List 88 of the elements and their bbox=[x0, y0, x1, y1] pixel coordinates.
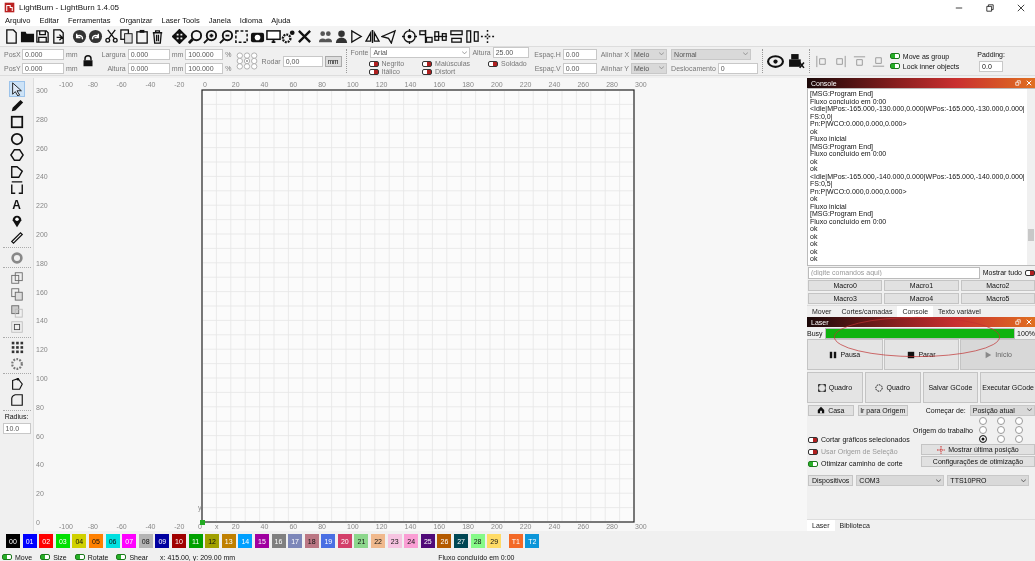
dotted-crosshair-icon[interactable] bbox=[480, 28, 496, 44]
circular-array-icon[interactable] bbox=[9, 356, 24, 371]
select-arrow-icon[interactable] bbox=[9, 82, 24, 96]
restore-icon[interactable] bbox=[986, 3, 994, 12]
save-icon[interactable] bbox=[35, 28, 51, 44]
person-icon[interactable] bbox=[333, 28, 349, 44]
lock-icon[interactable] bbox=[81, 54, 94, 68]
origin-radio[interactable] bbox=[1015, 426, 1023, 434]
redo-icon[interactable] bbox=[87, 28, 103, 44]
toggle-switch[interactable] bbox=[488, 60, 499, 67]
dashed-frame-icon[interactable] bbox=[234, 28, 250, 44]
toggle-switch[interactable] bbox=[422, 60, 433, 67]
subtract-icon[interactable] bbox=[9, 287, 24, 301]
dashed-circle-icon bbox=[875, 383, 884, 392]
caret-icon bbox=[659, 66, 664, 70]
toggle-switch[interactable] bbox=[368, 68, 379, 75]
node-edit-icon[interactable] bbox=[9, 376, 24, 391]
origin-marker bbox=[200, 520, 205, 525]
flip-icon[interactable] bbox=[349, 28, 365, 44]
caret-icon bbox=[743, 52, 749, 56]
rounded-corner-icon[interactable] bbox=[9, 393, 24, 407]
toggle-switch[interactable] bbox=[368, 60, 379, 67]
origin-radio[interactable] bbox=[979, 417, 987, 425]
hexagon-icon[interactable] bbox=[9, 148, 24, 162]
paste-icon[interactable] bbox=[134, 28, 150, 44]
caret-icon bbox=[1027, 408, 1032, 412]
window-title: LightBurn - LightBurn 1.4.05 bbox=[19, 3, 120, 12]
mirror-icon[interactable] bbox=[365, 28, 381, 44]
printer-icon[interactable] bbox=[787, 52, 805, 70]
union-icon[interactable] bbox=[9, 270, 24, 285]
grid-array-icon[interactable] bbox=[9, 340, 24, 354]
toggle-switch[interactable] bbox=[1025, 269, 1035, 276]
frame-icon bbox=[817, 383, 826, 392]
stop-icon bbox=[907, 350, 916, 359]
pause-icon bbox=[829, 350, 838, 359]
pencil-icon[interactable] bbox=[9, 98, 24, 113]
send-icon[interactable] bbox=[380, 28, 396, 44]
intersect-icon[interactable] bbox=[9, 303, 24, 318]
align-center-icon[interactable] bbox=[417, 28, 433, 44]
toggle-switch[interactable] bbox=[808, 460, 818, 467]
distribute-rows-icon[interactable] bbox=[449, 28, 465, 44]
frame-icon[interactable] bbox=[9, 181, 24, 195]
distribute-columns-icon[interactable] bbox=[464, 28, 480, 44]
scissors-icon[interactable] bbox=[103, 28, 119, 44]
toggle-switch[interactable] bbox=[40, 554, 51, 560]
align-middle-icon[interactable] bbox=[433, 28, 449, 44]
zoom-out-icon[interactable] bbox=[218, 28, 234, 44]
caret-icon bbox=[659, 52, 665, 56]
toggle-switch[interactable] bbox=[422, 68, 433, 75]
origin-radio[interactable] bbox=[997, 417, 1005, 425]
origin-radio[interactable] bbox=[979, 435, 987, 443]
monitor-icon[interactable] bbox=[265, 28, 281, 44]
magnifier-icon[interactable] bbox=[187, 28, 203, 44]
origin-radio[interactable] bbox=[997, 435, 1005, 443]
origin-radio[interactable] bbox=[997, 426, 1005, 434]
toggle-switch[interactable] bbox=[889, 53, 900, 59]
caret-icon bbox=[936, 478, 942, 483]
house-icon bbox=[817, 406, 826, 414]
target-icon[interactable] bbox=[402, 28, 418, 44]
pentagon-icon[interactable] bbox=[9, 164, 24, 179]
text-tool[interactable]: A bbox=[12, 197, 21, 212]
close-icon[interactable] bbox=[1017, 3, 1025, 12]
caret-icon bbox=[1021, 478, 1027, 483]
origin-radio[interactable] bbox=[979, 426, 987, 434]
undo-icon[interactable] bbox=[72, 28, 88, 44]
move-arrows-icon[interactable] bbox=[171, 28, 187, 44]
scrollbar[interactable] bbox=[1027, 89, 1035, 265]
toggle-switch[interactable] bbox=[808, 436, 818, 443]
crosshair-icon bbox=[937, 445, 946, 454]
origin-radio[interactable] bbox=[1015, 417, 1023, 425]
import-icon[interactable] bbox=[50, 28, 66, 44]
inset-square-icon[interactable] bbox=[9, 320, 24, 334]
origin-radio[interactable] bbox=[1015, 435, 1023, 443]
people-icon[interactable] bbox=[318, 28, 334, 44]
offset-ring-icon[interactable] bbox=[9, 250, 24, 265]
play-icon bbox=[984, 350, 993, 359]
zoom-in-icon[interactable] bbox=[203, 28, 219, 44]
ruler-icon[interactable] bbox=[9, 230, 24, 245]
toggle-switch[interactable] bbox=[116, 554, 127, 560]
caret-icon bbox=[462, 50, 468, 55]
eye-refresh-icon[interactable] bbox=[766, 52, 784, 70]
circle-icon[interactable] bbox=[9, 131, 24, 146]
toggle-switch[interactable] bbox=[2, 554, 12, 560]
toggle-switch[interactable] bbox=[889, 63, 900, 69]
toggle-switch[interactable] bbox=[74, 554, 85, 560]
rectangle-icon[interactable] bbox=[9, 115, 24, 129]
new-file-icon[interactable] bbox=[4, 28, 19, 44]
copy-icon[interactable] bbox=[119, 28, 135, 44]
